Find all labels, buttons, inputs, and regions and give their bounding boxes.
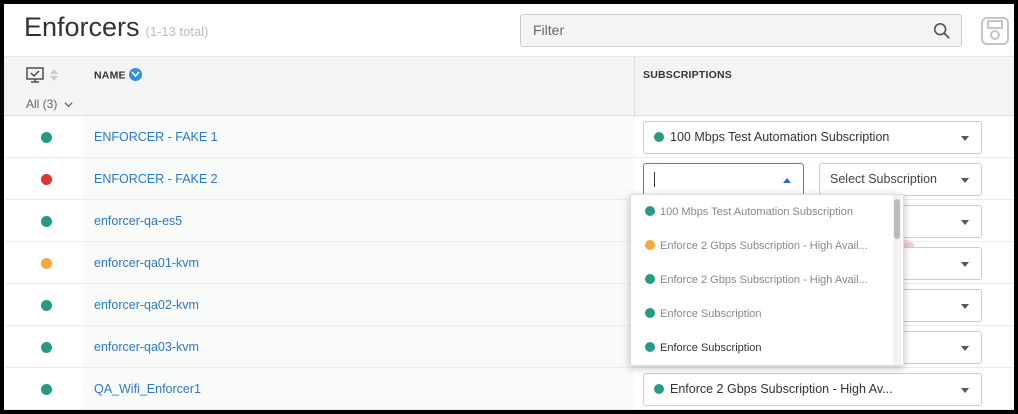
caret-down-icon (961, 136, 969, 141)
status-column-header: All (3) (26, 67, 86, 113)
status-dot (41, 132, 52, 143)
dropdown-option[interactable]: Enforce Subscription (631, 297, 893, 331)
filter-input[interactable] (533, 22, 913, 38)
enforcer-name-link[interactable]: ENFORCER - FAKE 2 (94, 172, 218, 186)
option-label: Enforce 2 Gbps Subscription - High Avail… (660, 240, 868, 252)
status-dot (41, 384, 52, 395)
name-column-label: NAME (94, 69, 126, 82)
table-header: All (3) NAME SUBSCRIPTIONS (4, 56, 1014, 117)
option-status-dot (645, 206, 655, 217)
caret-down-icon (961, 304, 969, 309)
page-title-text: Enforcers (24, 12, 140, 42)
name-column-header[interactable]: NAME (94, 68, 142, 82)
table-row: QA_Wifi_Enforcer1 Enforce 2 Gbps Subscri… (4, 368, 1014, 410)
dropdown-option[interactable]: Enforce 2 Gbps Subscription - High Avail… (631, 263, 893, 297)
caret-up-icon (783, 178, 791, 183)
option-status-dot (645, 342, 655, 353)
subscription-dropdown-menu: 100 Mbps Test Automation Subscription En… (630, 194, 904, 366)
sort-desc-icon[interactable] (128, 68, 142, 81)
option-status-dot (645, 274, 655, 285)
caret-down-icon (961, 346, 969, 351)
subscription-search-input[interactable] (643, 163, 804, 196)
column-divider (634, 57, 635, 117)
chevron-down-icon (64, 102, 73, 108)
option-label: Enforce Subscription (660, 308, 762, 320)
status-dot (41, 300, 52, 311)
subscription-select[interactable]: 100 Mbps Test Automation Subscription (643, 121, 982, 154)
select-subscription-dropdown[interactable]: Select Subscription (819, 163, 982, 196)
caret-down-icon (961, 178, 969, 183)
option-status-dot (645, 240, 655, 251)
save-icon[interactable] (980, 16, 1010, 46)
enforcer-name-link[interactable]: enforcer-qa01-kvm (94, 256, 199, 270)
search-icon[interactable] (933, 22, 951, 40)
subscription-status-dot (654, 131, 664, 142)
subscription-select[interactable]: Enforce 2 Gbps Subscription - High Av... (643, 373, 982, 406)
sort-icon[interactable] (50, 69, 58, 81)
enforcers-panel: Enforcers (1-13 total) Filter All (3) NA… (4, 4, 1014, 410)
status-dot (41, 174, 52, 185)
caret-down-icon (961, 262, 969, 267)
status-filter-dropdown[interactable]: All (3) (26, 97, 73, 111)
status-dot (41, 342, 52, 353)
page-title: Enforcers (1-13 total) (24, 12, 208, 43)
option-label: Enforce 2 Gbps Subscription - High Avail… (660, 274, 868, 286)
subscription-value: 100 Mbps Test Automation Subscription (670, 130, 890, 144)
option-status-dot (645, 308, 655, 319)
status-dot (41, 258, 52, 269)
dropdown-option[interactable]: Enforce Subscription (631, 331, 893, 365)
enforcer-name-link[interactable]: QA_Wifi_Enforcer1 (94, 382, 201, 396)
dropdown-option[interactable]: Enforce 2 Gbps Subscription - High Avail… (631, 229, 893, 263)
option-label: Enforce Subscription (660, 342, 762, 354)
monitor-check-icon[interactable] (26, 67, 44, 83)
select-placeholder: Select Subscription (830, 172, 938, 186)
enforcer-name-link[interactable]: ENFORCER - FAKE 1 (94, 130, 218, 144)
enforcer-name-link[interactable]: enforcer-qa02-kvm (94, 298, 199, 312)
dropdown-scrollbar[interactable] (894, 199, 900, 239)
enforcer-name-link[interactable]: enforcer-qa03-kvm (94, 340, 199, 354)
status-dot (41, 216, 52, 227)
status-filter-label: All (3) (26, 97, 58, 111)
subscription-value: Enforce 2 Gbps Subscription - High Av... (670, 382, 893, 396)
page-header: Enforcers (1-13 total) (4, 4, 1014, 56)
option-label: 100 Mbps Test Automation Subscription (660, 206, 854, 218)
caret-down-icon (961, 220, 969, 225)
total-count: (1-13 total) (145, 24, 209, 39)
subscriptions-column-header: SUBSCRIPTIONS (643, 69, 732, 81)
caret-down-icon (961, 388, 969, 393)
table-row: ENFORCER - FAKE 1 100 Mbps Test Automati… (4, 116, 1014, 158)
enforcer-name-link[interactable]: enforcer-qa-es5 (94, 214, 182, 228)
text-cursor (654, 172, 655, 188)
dropdown-option[interactable]: 100 Mbps Test Automation Subscription (631, 195, 893, 229)
subscription-status-dot (654, 383, 664, 394)
filter-field[interactable] (520, 14, 962, 47)
